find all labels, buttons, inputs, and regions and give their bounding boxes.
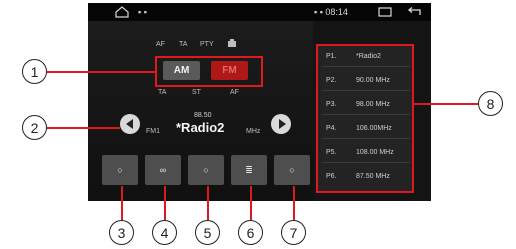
preset-value: 108.00 MHz	[356, 149, 394, 156]
ta-label[interactable]: TA	[179, 40, 187, 49]
loop-icon: ∞	[159, 165, 167, 175]
callout-4: 4	[152, 220, 177, 245]
callout-7: 7	[281, 220, 306, 245]
unit-label: MHz	[246, 128, 261, 135]
preset-item-1[interactable]: P1. *Radio2	[322, 48, 410, 67]
preset-value: *Radio2	[356, 53, 381, 60]
callout-8-leader	[414, 103, 478, 105]
preset-item-3[interactable]: P3. 98.00 MHz	[322, 96, 410, 115]
callout-6: 6	[238, 220, 263, 245]
preset-value: 98.00 MHz	[356, 101, 390, 108]
search-button[interactable]: ○	[102, 155, 138, 185]
preset-list: P1. *Radio2 P2. 90.00 MHz P3. 98.00 MHz …	[316, 44, 414, 193]
loop-button[interactable]: ∞	[145, 155, 181, 185]
preset-label: P4.	[326, 125, 337, 132]
callout-6-leader	[250, 186, 252, 220]
af-sub-label: AF	[230, 89, 239, 96]
back-icon[interactable]	[406, 7, 422, 17]
save-button[interactable]: ≣	[231, 155, 267, 185]
callout-3: 3	[109, 220, 134, 245]
circle-icon: ○	[203, 165, 209, 175]
preset-item-6[interactable]: P6. 87.50 MHz	[322, 168, 410, 186]
preset-item-4[interactable]: P4. 106.00MHz	[322, 120, 410, 139]
status-bar: ▪ ▪ ▪ ▪ 08:14	[88, 3, 431, 21]
function-button-7[interactable]: ○	[274, 155, 310, 185]
preset-value: 90.00 MHz	[356, 77, 390, 84]
function-button-5[interactable]: ○	[188, 155, 224, 185]
callout-8: 8	[478, 91, 503, 116]
home-icon[interactable]	[114, 6, 130, 18]
callout-4-leader	[164, 186, 166, 220]
circle-icon: ○	[289, 165, 295, 175]
preset-label: P3.	[326, 101, 337, 108]
preset-item-2[interactable]: P2. 90.00 MHz	[322, 72, 410, 91]
callout-5-leader	[207, 186, 209, 220]
st-sub-label: ST	[192, 89, 201, 96]
band-selector-highlight	[155, 56, 263, 87]
frequency-display: 88.50	[194, 112, 212, 119]
preset-label: P5.	[326, 149, 337, 156]
pty-label[interactable]: PTY	[200, 40, 214, 49]
preset-value: 87.50 MHz	[356, 173, 390, 180]
preset-label: P1.	[326, 53, 337, 60]
callout-2: 2	[22, 115, 47, 140]
preset-value: 106.00MHz	[356, 125, 392, 132]
search-icon: ○	[117, 165, 123, 175]
ta-sub-label: TA	[158, 89, 167, 96]
callout-5: 5	[195, 220, 220, 245]
status-icons-left: ▪ ▪	[138, 7, 147, 17]
af-label[interactable]: AF	[156, 40, 165, 49]
status-time: ▪ ▪ 08:14	[314, 7, 348, 17]
prev-arrow-icon[interactable]	[120, 114, 140, 134]
next-arrow-icon[interactable]	[271, 114, 291, 134]
band-label: FM1	[146, 128, 160, 135]
station-name: *Radio2	[176, 120, 225, 135]
save-icon: ≣	[245, 164, 253, 175]
callout-1-leader	[46, 71, 155, 73]
settings-icon[interactable]	[227, 39, 237, 49]
window-icon[interactable]	[378, 7, 392, 17]
callout-1: 1	[22, 59, 47, 84]
preset-label: P2.	[326, 77, 337, 84]
callout-2-leader	[46, 127, 120, 129]
preset-item-5[interactable]: P5. 108.00 MHz	[322, 144, 410, 163]
callout-3-leader	[121, 186, 123, 220]
preset-label: P6.	[326, 173, 337, 180]
callout-7-leader	[293, 186, 295, 220]
